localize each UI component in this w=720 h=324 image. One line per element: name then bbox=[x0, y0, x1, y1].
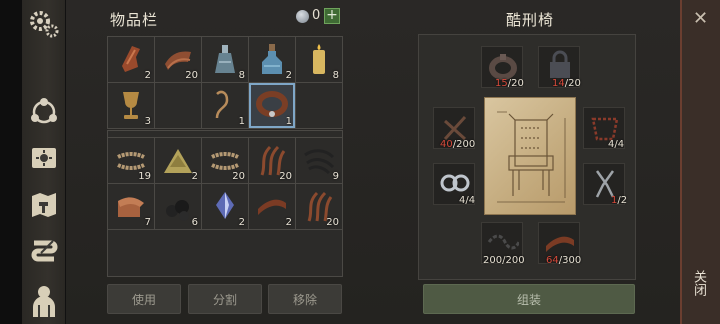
character-icon[interactable] bbox=[24, 280, 64, 320]
requirement-count: 40/200 bbox=[440, 139, 475, 150]
item-count: 7 bbox=[144, 217, 151, 228]
requirement-need: /4 bbox=[614, 139, 625, 150]
inventory-slot[interactable]: 8 bbox=[202, 37, 248, 82]
inventory-grid-top: 2 20 8 2 8 3 1 1 bbox=[107, 36, 343, 129]
settings-gears-icon[interactable] bbox=[24, 4, 64, 44]
inventory-slot[interactable]: 6 bbox=[155, 184, 201, 229]
requirement-have: 15 bbox=[495, 78, 508, 89]
inventory-slot[interactable]: 20 bbox=[202, 138, 248, 183]
inventory-slot[interactable]: 9 bbox=[296, 138, 342, 183]
inventory-slot[interactable]: 1 bbox=[249, 83, 295, 128]
inventory-slot[interactable]: 20 bbox=[296, 184, 342, 229]
coin-count: 0 bbox=[312, 8, 321, 23]
inventory-slot[interactable]: 8 bbox=[296, 37, 342, 82]
item-count: 2 bbox=[238, 217, 245, 228]
requirement-count: 4/4 bbox=[459, 195, 475, 206]
inventory-slot[interactable]: 1 bbox=[202, 83, 248, 128]
use-button[interactable]: 使用 bbox=[107, 284, 181, 314]
item-count: 2 bbox=[144, 70, 151, 81]
item-count: 20 bbox=[326, 217, 339, 228]
inventory-slot[interactable]: 3 bbox=[108, 83, 154, 128]
leather-strap-icon bbox=[258, 199, 286, 215]
leather-strap-icon bbox=[546, 236, 574, 252]
requirement-count: 4/4 bbox=[608, 139, 624, 150]
item-count: 1 bbox=[285, 116, 292, 127]
requirement-have: 14 bbox=[552, 78, 565, 89]
potion-bottle-icon bbox=[262, 44, 282, 74]
requirement-count: 64/300 bbox=[546, 255, 581, 266]
assemble-button[interactable]: 组装 bbox=[423, 284, 635, 314]
requirement-need: /200 bbox=[502, 255, 525, 266]
sun-book-icon[interactable] bbox=[24, 138, 64, 178]
item-count: 8 bbox=[238, 70, 245, 81]
split-button[interactable]: 分割 bbox=[188, 284, 262, 314]
coal-icon bbox=[166, 200, 189, 221]
requirement-need: /300 bbox=[558, 255, 582, 266]
craft-title: 酷刑椅 bbox=[506, 11, 555, 29]
inventory-slot[interactable]: 2 bbox=[249, 37, 295, 82]
leather-roll-icon bbox=[118, 197, 144, 217]
requirement-count: 14/20 bbox=[552, 78, 581, 89]
map-hammer-icon[interactable] bbox=[24, 185, 64, 225]
candle-icon bbox=[313, 44, 325, 74]
requirement-need: /200 bbox=[452, 139, 476, 150]
item-count: 19 bbox=[138, 171, 151, 182]
sand-pile-icon bbox=[164, 149, 192, 173]
empty-slot[interactable] bbox=[155, 83, 201, 128]
requirement-need: /20 bbox=[564, 78, 581, 89]
black-cord-icon bbox=[304, 149, 335, 175]
item-count: 20 bbox=[185, 70, 198, 81]
inventory-slot[interactable]: 2 bbox=[108, 37, 154, 82]
requirement-have: 40 bbox=[440, 139, 453, 150]
requirement-count: 1/2 bbox=[611, 195, 627, 206]
requirement-have: 200 bbox=[483, 255, 503, 266]
crafting-network-icon[interactable] bbox=[24, 92, 64, 132]
inventory-slot[interactable]: 2 bbox=[202, 184, 248, 229]
blueprint-icon bbox=[484, 97, 576, 215]
inventory-slot[interactable]: 20 bbox=[155, 37, 201, 82]
glass-bottle-icon bbox=[215, 45, 235, 73]
collar-icon bbox=[256, 91, 288, 117]
item-count: 2 bbox=[285, 217, 292, 228]
goblet-icon bbox=[123, 92, 139, 119]
empty-slot[interactable] bbox=[296, 83, 342, 128]
item-count: 6 bbox=[191, 217, 198, 228]
inventory-slot[interactable]: 2 bbox=[155, 138, 201, 183]
item-count: 2 bbox=[191, 171, 198, 182]
leather-pouch-icon bbox=[122, 46, 140, 72]
remove-button[interactable]: 移除 bbox=[268, 284, 342, 314]
inventory-grid-bottom: 19 2 20 20 9 7 6 2 2 20 bbox=[107, 137, 343, 230]
inventory-slot[interactable]: 7 bbox=[108, 184, 154, 229]
close-icon[interactable]: ✕ bbox=[693, 8, 708, 29]
item-count: 20 bbox=[232, 171, 245, 182]
close-panel[interactable]: ✕ 关闭 bbox=[680, 0, 720, 324]
item-count: 2 bbox=[285, 70, 292, 81]
inventory-slot[interactable]: 2 bbox=[249, 184, 295, 229]
requirement-need: /2 bbox=[617, 195, 628, 206]
item-count: 3 bbox=[144, 116, 151, 127]
inventory-slot[interactable]: 19 bbox=[108, 138, 154, 183]
close-label[interactable]: 关闭 bbox=[689, 270, 708, 296]
requirement-need: /4 bbox=[465, 195, 476, 206]
inventory-title: 物品栏 bbox=[110, 11, 159, 29]
requirement-have: 64 bbox=[546, 255, 559, 266]
coin-icon bbox=[296, 10, 309, 23]
item-count: 20 bbox=[279, 171, 292, 182]
rope-icon bbox=[215, 90, 229, 119]
requirement-need: /20 bbox=[507, 78, 524, 89]
add-coins-button[interactable]: + bbox=[324, 8, 340, 24]
item-count: 8 bbox=[332, 70, 339, 81]
crystal-icon bbox=[216, 192, 234, 219]
scroll-quill-icon[interactable] bbox=[24, 231, 64, 271]
item-count: 1 bbox=[238, 116, 245, 127]
chain-icon bbox=[487, 234, 519, 250]
item-count: 9 bbox=[332, 171, 339, 182]
requirement-count: 15/20 bbox=[495, 78, 524, 89]
screen-edge bbox=[0, 0, 22, 324]
sidebar bbox=[22, 0, 66, 324]
requirement-count: 200/200 bbox=[483, 255, 525, 266]
inventory-slot[interactable]: 20 bbox=[249, 138, 295, 183]
